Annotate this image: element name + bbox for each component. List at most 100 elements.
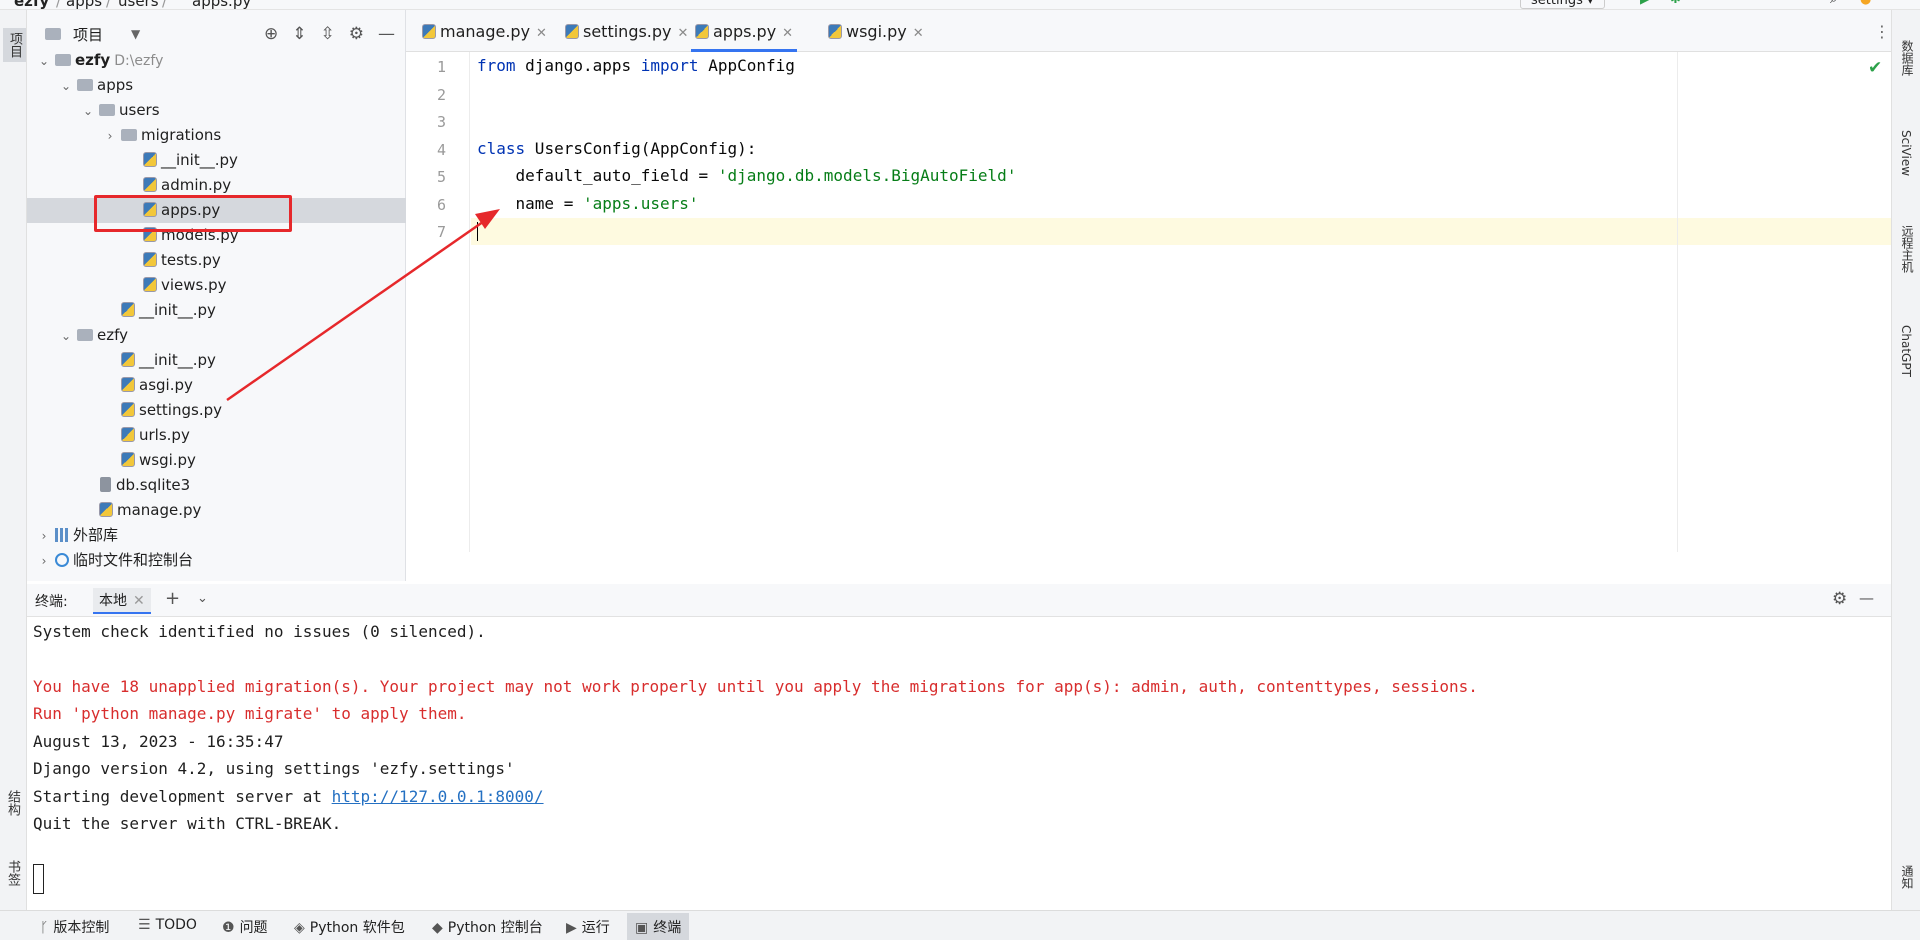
tree-item[interactable]: › migrations	[27, 123, 406, 148]
tree-item-label: __init__.py	[161, 151, 238, 169]
python-file-icon	[143, 152, 157, 167]
close-icon[interactable]: ✕	[536, 26, 547, 41]
project-panel-title[interactable]: 项目	[73, 24, 103, 45]
close-icon[interactable]: ✕	[913, 26, 924, 41]
collapse-all-icon[interactable]: ⇳	[321, 24, 335, 44]
tree-item-label: tests.py	[161, 251, 221, 269]
bottom-tool-bar: ᚴ 版本控制 ☰ TODO ❶ 问题 ◈ Python 软件包 ◆ Python 控制台 …	[0, 910, 1920, 940]
run-config-dropdown[interactable]: settings ▾	[1520, 0, 1605, 9]
tree-item[interactable]: manage.py	[27, 498, 406, 523]
gear-icon[interactable]: ⚙	[349, 24, 364, 44]
more-tabs-icon[interactable]: ⋮	[1874, 22, 1890, 52]
gear-icon[interactable]: ⚙	[1832, 589, 1847, 609]
debug-icon[interactable]: ✱	[1670, 0, 1681, 7]
tree-item[interactable]: wsgi.py	[27, 448, 406, 473]
bookmarks-tool-button[interactable]: 书签	[3, 860, 22, 886]
database-tool-button[interactable]: 数据库	[1899, 40, 1916, 76]
minimize-icon[interactable]: —	[1859, 589, 1874, 607]
chevron-down-icon[interactable]: ⌄	[81, 99, 95, 124]
python-file-icon	[121, 452, 135, 467]
tree-item[interactable]: tests.py	[27, 248, 406, 273]
close-icon[interactable]: ✕	[133, 593, 145, 609]
code-line-1[interactable]: from django.apps import AppConfig	[477, 56, 795, 75]
python-console-tool-button[interactable]: ◆ Python 控制台	[432, 917, 543, 937]
python-icon: ◆	[432, 920, 443, 936]
vcs-tool-button[interactable]: ᚴ 版本控制	[40, 917, 109, 937]
python-file-icon	[143, 277, 157, 292]
code-line-6[interactable]: name = 'apps.users'	[477, 194, 699, 213]
terminal-tab-local[interactable]: 本地 ✕	[93, 588, 151, 614]
play-icon: ▶	[566, 920, 577, 936]
tree-item[interactable]: urls.py	[27, 423, 406, 448]
breadcrumb-file[interactable]: apps.py	[192, 0, 251, 9]
tree-item[interactable]: asgi.py	[27, 373, 406, 398]
breadcrumb-users[interactable]: users	[118, 0, 159, 9]
folder-icon	[99, 104, 115, 116]
tab-wsgi-py[interactable]: wsgi.py ✕	[824, 22, 924, 52]
remote-host-tool-button[interactable]: 远程主机	[1899, 225, 1916, 273]
warning-icon[interactable]: ●	[1860, 0, 1871, 7]
notifications-tool-button[interactable]: 通知	[1899, 865, 1916, 889]
chevron-right-icon[interactable]: ›	[103, 124, 117, 149]
tree-item[interactable]: ⌄ apps	[27, 73, 406, 98]
inspection-ok-icon[interactable]: ✔	[1868, 58, 1882, 78]
tree-item[interactable]: › 临时文件和控制台	[27, 548, 406, 573]
terminal-icon: ▣	[635, 920, 649, 936]
breadcrumb-project[interactable]: ezfy	[14, 0, 49, 9]
tree-item[interactable]: settings.py	[27, 398, 406, 423]
tree-item[interactable]: ⌄ ezfy D:\ezfy	[27, 48, 406, 73]
terminal-header: 终端: 本地 ✕ + ⌄ ⚙ —	[27, 584, 1891, 617]
tree-item-label: users	[119, 101, 160, 119]
tree-item[interactable]: db.sqlite3	[27, 473, 406, 498]
locate-icon[interactable]: ⊕	[264, 24, 278, 44]
chevron-right-icon[interactable]: ›	[37, 524, 51, 549]
structure-tool-button[interactable]: 结构	[3, 790, 22, 816]
run-icon[interactable]: ▶	[1640, 0, 1650, 7]
todo-tool-button[interactable]: ☰ TODO	[138, 917, 197, 933]
chevron-down-icon[interactable]: ⌄	[197, 591, 208, 606]
chevron-down-icon[interactable]: ⌄	[37, 49, 51, 74]
tree-item[interactable]: views.py	[27, 273, 406, 298]
database-file-icon	[100, 477, 111, 492]
terminal-output-line: Django version 4.2, using settings 'ezfy…	[33, 759, 515, 778]
tab-settings-py[interactable]: settings.py ✕	[561, 22, 688, 52]
current-line-highlight	[471, 218, 1891, 245]
python-packages-tool-button[interactable]: ◈ Python 软件包	[294, 917, 405, 937]
add-terminal-icon[interactable]: +	[165, 588, 180, 609]
tab-manage-py[interactable]: manage.py ✕	[418, 22, 547, 52]
tab-apps-py[interactable]: apps.py ✕	[691, 22, 798, 52]
chatgpt-tool-button[interactable]: ChatGPT	[1899, 325, 1913, 377]
close-icon[interactable]: ✕	[782, 26, 793, 41]
code-line-5[interactable]: default_auto_field = 'django.db.models.B…	[477, 166, 1017, 185]
tree-item-label: urls.py	[139, 426, 190, 444]
tree-item[interactable]: __init__.py	[27, 298, 406, 323]
chevron-down-icon[interactable]: ⌄	[59, 74, 73, 99]
tree-item[interactable]: __init__.py	[27, 148, 406, 173]
tree-item[interactable]: ⌄ ezfy	[27, 323, 406, 348]
project-tool-button[interactable]: 项目	[3, 28, 26, 62]
run-tool-button[interactable]: ▶ 运行	[566, 917, 610, 937]
chevron-down-icon[interactable]: ⌄	[59, 324, 73, 349]
right-tool-strip: 数据库 SciView 远程主机 ChatGPT 通知	[1891, 10, 1920, 910]
minimize-icon[interactable]: —	[378, 24, 395, 44]
server-url-link[interactable]: http://127.0.0.1:8000/	[332, 787, 544, 806]
search-icon[interactable]: ⌕	[1830, 0, 1837, 7]
folder-icon	[121, 129, 137, 141]
code-line-4[interactable]: class UsersConfig(AppConfig):	[477, 139, 756, 158]
chevron-right-icon[interactable]: ›	[37, 549, 51, 574]
tree-item[interactable]: ⌄ users	[27, 98, 406, 123]
sciview-tool-button[interactable]: SciView	[1899, 130, 1913, 176]
tree-item-label: asgi.py	[139, 376, 193, 394]
breadcrumb-apps[interactable]: apps	[66, 0, 102, 9]
tree-item[interactable]: __init__.py	[27, 348, 406, 373]
code-editor[interactable]	[406, 52, 1891, 552]
close-icon[interactable]: ✕	[678, 26, 689, 41]
tree-item[interactable]: › 外部库	[27, 523, 406, 548]
text-caret	[477, 222, 478, 241]
problems-tool-button[interactable]: ❶ 问题	[222, 917, 268, 937]
tree-item-label: admin.py	[161, 176, 232, 194]
chevron-down-icon[interactable]: ▼	[131, 27, 140, 41]
expand-all-icon[interactable]: ⇕	[292, 24, 306, 44]
terminal-tool-button[interactable]: ▣ 终端	[627, 913, 690, 940]
terminal-error-line: You have 18 unapplied migration(s). Your…	[33, 677, 1478, 696]
